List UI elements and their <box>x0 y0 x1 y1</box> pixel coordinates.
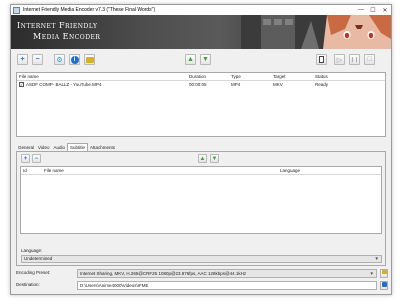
app-window: Internet Friendly Media Encoder v7.3 ("T… <box>10 4 392 295</box>
settings-tabs: General Video Audio Subtitle Attachments <box>16 143 117 151</box>
column-header-id[interactable]: Id <box>21 168 42 173</box>
encoding-preset-label: Encoding Preset: <box>16 270 51 275</box>
minus-icon: − <box>35 56 40 63</box>
column-header-file-name[interactable]: File name <box>17 74 187 79</box>
cell-duration: 00:00:05 <box>189 82 207 87</box>
chevron-down-icon: ▼ <box>374 256 379 261</box>
open-folder-button[interactable] <box>84 54 95 65</box>
destination-label: Destination: <box>16 282 40 287</box>
column-header-type[interactable]: Type <box>229 74 271 79</box>
browse-icon <box>381 282 387 287</box>
toolbar: + − ⚙ i ▲ ▼ ▷ ❙❙ □ <box>11 51 391 69</box>
encoding-preset-value: Internet Sharing, MKV, H.265@CRF25 1080p… <box>80 271 247 276</box>
arrow-down-icon: ▼ <box>202 56 209 63</box>
language-select-value: Undetermined <box>24 256 53 261</box>
file-list-header: File name Duration Type Target Status <box>17 73 385 81</box>
folder-icon <box>381 270 387 274</box>
maximize-icon[interactable]: ☐ <box>367 5 379 15</box>
start-button[interactable]: ▷ <box>334 54 345 65</box>
wrench-icon: ⚙ <box>56 56 63 64</box>
subtitle-list[interactable]: Id File name Language <box>20 166 382 234</box>
tab-subtitle[interactable]: Subtitle <box>66 143 88 151</box>
language-select[interactable]: Undetermined ▼ <box>21 255 382 263</box>
chevron-down-icon: ▼ <box>369 271 374 276</box>
language-label: Language: <box>21 248 43 253</box>
subtitle-tab-panel: + − ▲ ▼ Id File name Language Language: … <box>16 151 386 266</box>
table-row[interactable]: ✓ ASDF COMP- BALLZ - YouTube.MP4 00:00:0… <box>17 81 385 88</box>
banner-title-line2: Media Encoder <box>33 32 101 41</box>
destination-row: Destination: D:\Users\Anime4000\Videos\I… <box>16 281 388 290</box>
folder-icon <box>85 56 94 63</box>
move-down-button[interactable]: ▼ <box>200 54 211 65</box>
title-bar[interactable]: Internet Friendly Media Encoder v7.3 ("T… <box>11 5 391 15</box>
column-header-target[interactable]: Target <box>271 74 313 79</box>
remove-file-button[interactable]: − <box>32 54 43 65</box>
app-banner: Internet Friendly Media Encoder <box>11 15 391 49</box>
stop-button[interactable]: □ <box>364 54 375 65</box>
file-queue-list[interactable]: File name Duration Type Target Status ✓ … <box>16 72 386 137</box>
add-subtitle-button[interactable]: + <box>21 154 30 163</box>
column-header-status[interactable]: Status <box>313 74 363 79</box>
encoding-preset-row: Encoding Preset: Internet Sharing, MKV, … <box>16 269 388 278</box>
destination-input[interactable]: D:\Users\Anime4000\Videos\IFME <box>77 281 377 290</box>
subtitle-move-up-button[interactable]: ▲ <box>198 154 207 163</box>
cell-type: MP4 <box>231 82 241 87</box>
column-header-language[interactable]: Language <box>278 168 378 173</box>
subtitle-list-header: Id File name Language <box>21 167 381 175</box>
arrow-down-icon: ▼ <box>211 155 218 162</box>
tab-attachments[interactable]: Attachments <box>88 144 117 151</box>
settings-button[interactable]: ⚙ <box>54 54 65 65</box>
window-title: Internet Friendly Media Encoder v7.3 ("T… <box>23 7 156 13</box>
add-file-button[interactable]: + <box>17 54 28 65</box>
stop-icon: □ <box>367 56 372 63</box>
banner-title-line1: Internet Friendly <box>17 21 98 30</box>
info-icon: i <box>70 55 79 64</box>
tab-audio[interactable]: Audio <box>51 144 67 151</box>
remove-subtitle-button[interactable]: − <box>32 154 41 163</box>
arrow-up-icon: ▲ <box>199 155 206 162</box>
app-icon <box>13 6 20 14</box>
encoding-preset-select[interactable]: Internet Sharing, MKV, H.265@CRF25 1080p… <box>77 269 377 278</box>
banner-anime-artwork <box>241 15 391 49</box>
row-checkbox[interactable]: ✓ <box>19 82 24 87</box>
log-button[interactable] <box>316 54 327 65</box>
column-header-duration[interactable]: Duration <box>187 74 229 79</box>
save-preset-button[interactable] <box>380 269 388 278</box>
cell-target: MKV <box>273 82 283 87</box>
play-icon: ▷ <box>336 56 343 64</box>
document-icon <box>319 56 324 63</box>
minus-icon: − <box>34 155 39 162</box>
tab-video[interactable]: Video <box>36 144 51 151</box>
info-button[interactable]: i <box>69 54 80 65</box>
arrow-up-icon: ▲ <box>187 56 194 63</box>
close-icon[interactable]: ✕ <box>379 5 391 15</box>
pause-icon: ❙❙ <box>350 56 359 63</box>
tab-general[interactable]: General <box>16 144 36 151</box>
plus-icon: + <box>20 56 25 63</box>
subtitle-move-down-button[interactable]: ▼ <box>210 154 219 163</box>
plus-icon: + <box>23 155 28 162</box>
cell-status: Ready <box>315 82 329 87</box>
column-header-subtitle-file-name[interactable]: File name <box>42 168 278 173</box>
minimize-icon[interactable]: — <box>355 5 367 15</box>
cell-file-name: ASDF COMP- BALLZ - YouTube.MP4 <box>26 82 102 87</box>
pause-button[interactable]: ❙❙ <box>349 54 360 65</box>
move-up-button[interactable]: ▲ <box>185 54 196 65</box>
browse-destination-button[interactable] <box>380 281 388 290</box>
